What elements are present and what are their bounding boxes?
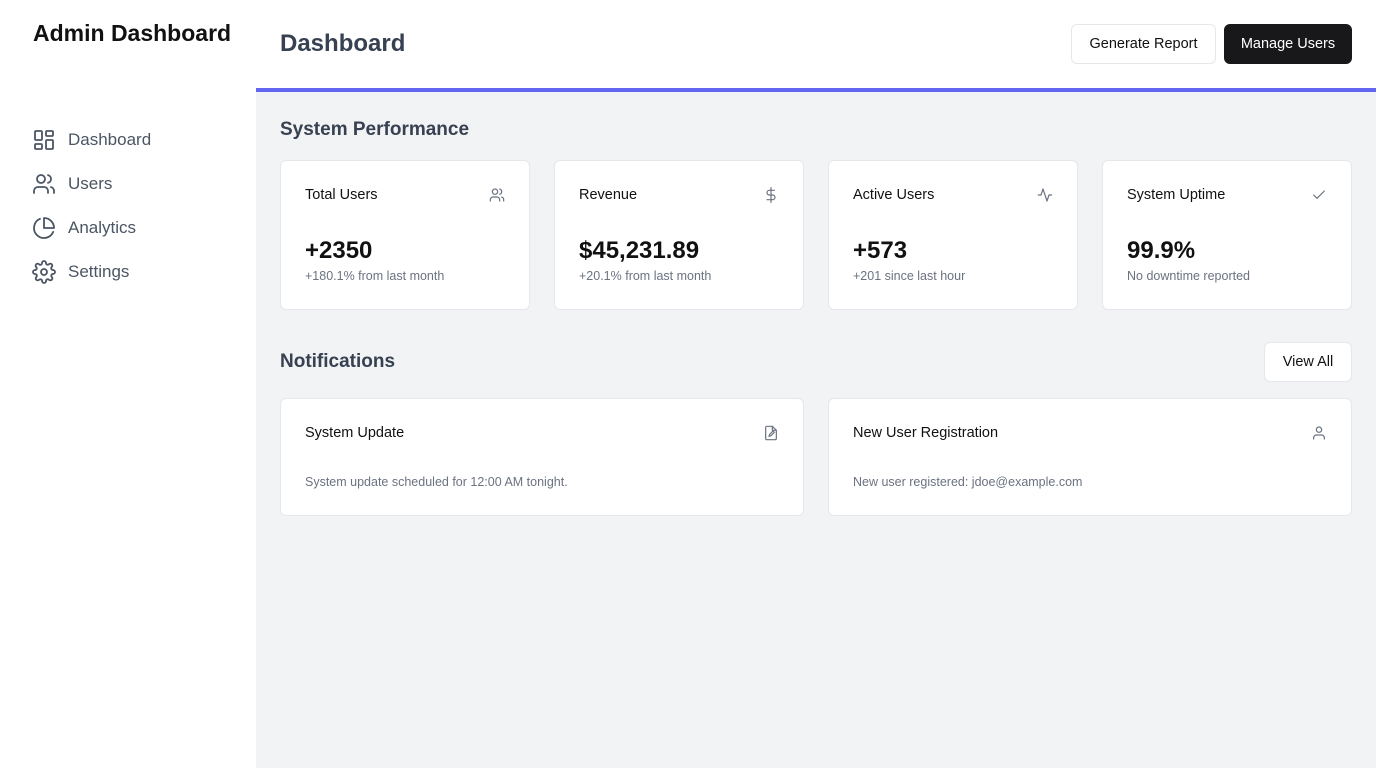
performance-section-title: System Performance	[280, 119, 470, 140]
stat-card-value: +2350	[305, 237, 373, 264]
file-edit-icon	[763, 425, 779, 441]
notification-message: New user registered: jdoe@example.com	[853, 475, 1083, 489]
sidebar-item-label: Users	[68, 174, 113, 193]
check-icon	[1311, 187, 1327, 203]
view-all-button[interactable]: View All	[1264, 342, 1352, 382]
users-icon	[32, 172, 56, 196]
users-icon	[489, 187, 505, 203]
stat-card-value: +573	[853, 237, 908, 264]
stat-card-active-users: Active Users +573 +201 since last hour	[828, 160, 1078, 310]
sidebar-item-dashboard[interactable]: Dashboard	[32, 118, 151, 162]
top-header: Dashboard Generate Report Manage Users	[256, 0, 1376, 88]
stat-card-total-users: Total Users +2350 +180.1% from last mont…	[280, 160, 530, 310]
page-title: Dashboard	[280, 30, 406, 57]
app-brand: Admin Dashboard	[33, 20, 232, 46]
header-accent-divider	[256, 88, 1376, 92]
sidebar-item-label: Settings	[68, 262, 130, 281]
stat-card-value: 99.9%	[1127, 237, 1196, 264]
notification-card-new-user[interactable]: New User Registration New user registere…	[828, 398, 1352, 516]
manage-users-button[interactable]: Manage Users	[1224, 24, 1352, 64]
stat-card-label: Total Users	[305, 187, 378, 203]
gear-icon	[32, 260, 56, 284]
stat-card-system-uptime: System Uptime 99.9% No downtime reported	[1102, 160, 1352, 310]
sidebar-item-users[interactable]: Users	[32, 162, 151, 206]
generate-report-button[interactable]: Generate Report	[1071, 24, 1216, 64]
stat-card-subtext: +180.1% from last month	[305, 269, 445, 283]
notifications-section-title: Notifications	[280, 351, 396, 372]
stat-card-label: Active Users	[853, 187, 935, 203]
sidebar-item-analytics[interactable]: Analytics	[32, 206, 151, 250]
sidebar-item-label: Dashboard	[68, 130, 152, 149]
dollar-icon	[763, 187, 779, 203]
pie-chart-icon	[32, 216, 56, 240]
activity-icon	[1037, 187, 1053, 203]
stat-card-value: $45,231.89	[579, 237, 700, 264]
sidebar-nav: Dashboard Users Analytics Settings	[32, 118, 151, 294]
user-icon	[1311, 425, 1327, 441]
stat-card-subtext: No downtime reported	[1127, 269, 1250, 283]
stat-card-revenue: Revenue $45,231.89 +20.1% from last mont…	[554, 160, 804, 310]
stat-card-label: System Uptime	[1127, 187, 1226, 203]
stat-card-subtext: +20.1% from last month	[579, 269, 712, 283]
notification-card-system-update[interactable]: System Update System update scheduled fo…	[280, 398, 804, 516]
notification-message: System update scheduled for 12:00 AM ton…	[305, 475, 568, 489]
stat-card-subtext: +201 since last hour	[853, 269, 966, 283]
sidebar: Admin Dashboard Dashboard Users Analytic…	[0, 0, 256, 768]
sidebar-item-settings[interactable]: Settings	[32, 250, 151, 294]
notification-title: New User Registration	[853, 425, 999, 441]
sidebar-item-label: Analytics	[68, 218, 137, 237]
notification-title: System Update	[305, 425, 405, 441]
main-content: Dashboard Generate Report Manage Users S…	[256, 0, 1376, 768]
dashboard-grid-icon	[32, 128, 56, 152]
stat-card-label: Revenue	[579, 187, 638, 203]
